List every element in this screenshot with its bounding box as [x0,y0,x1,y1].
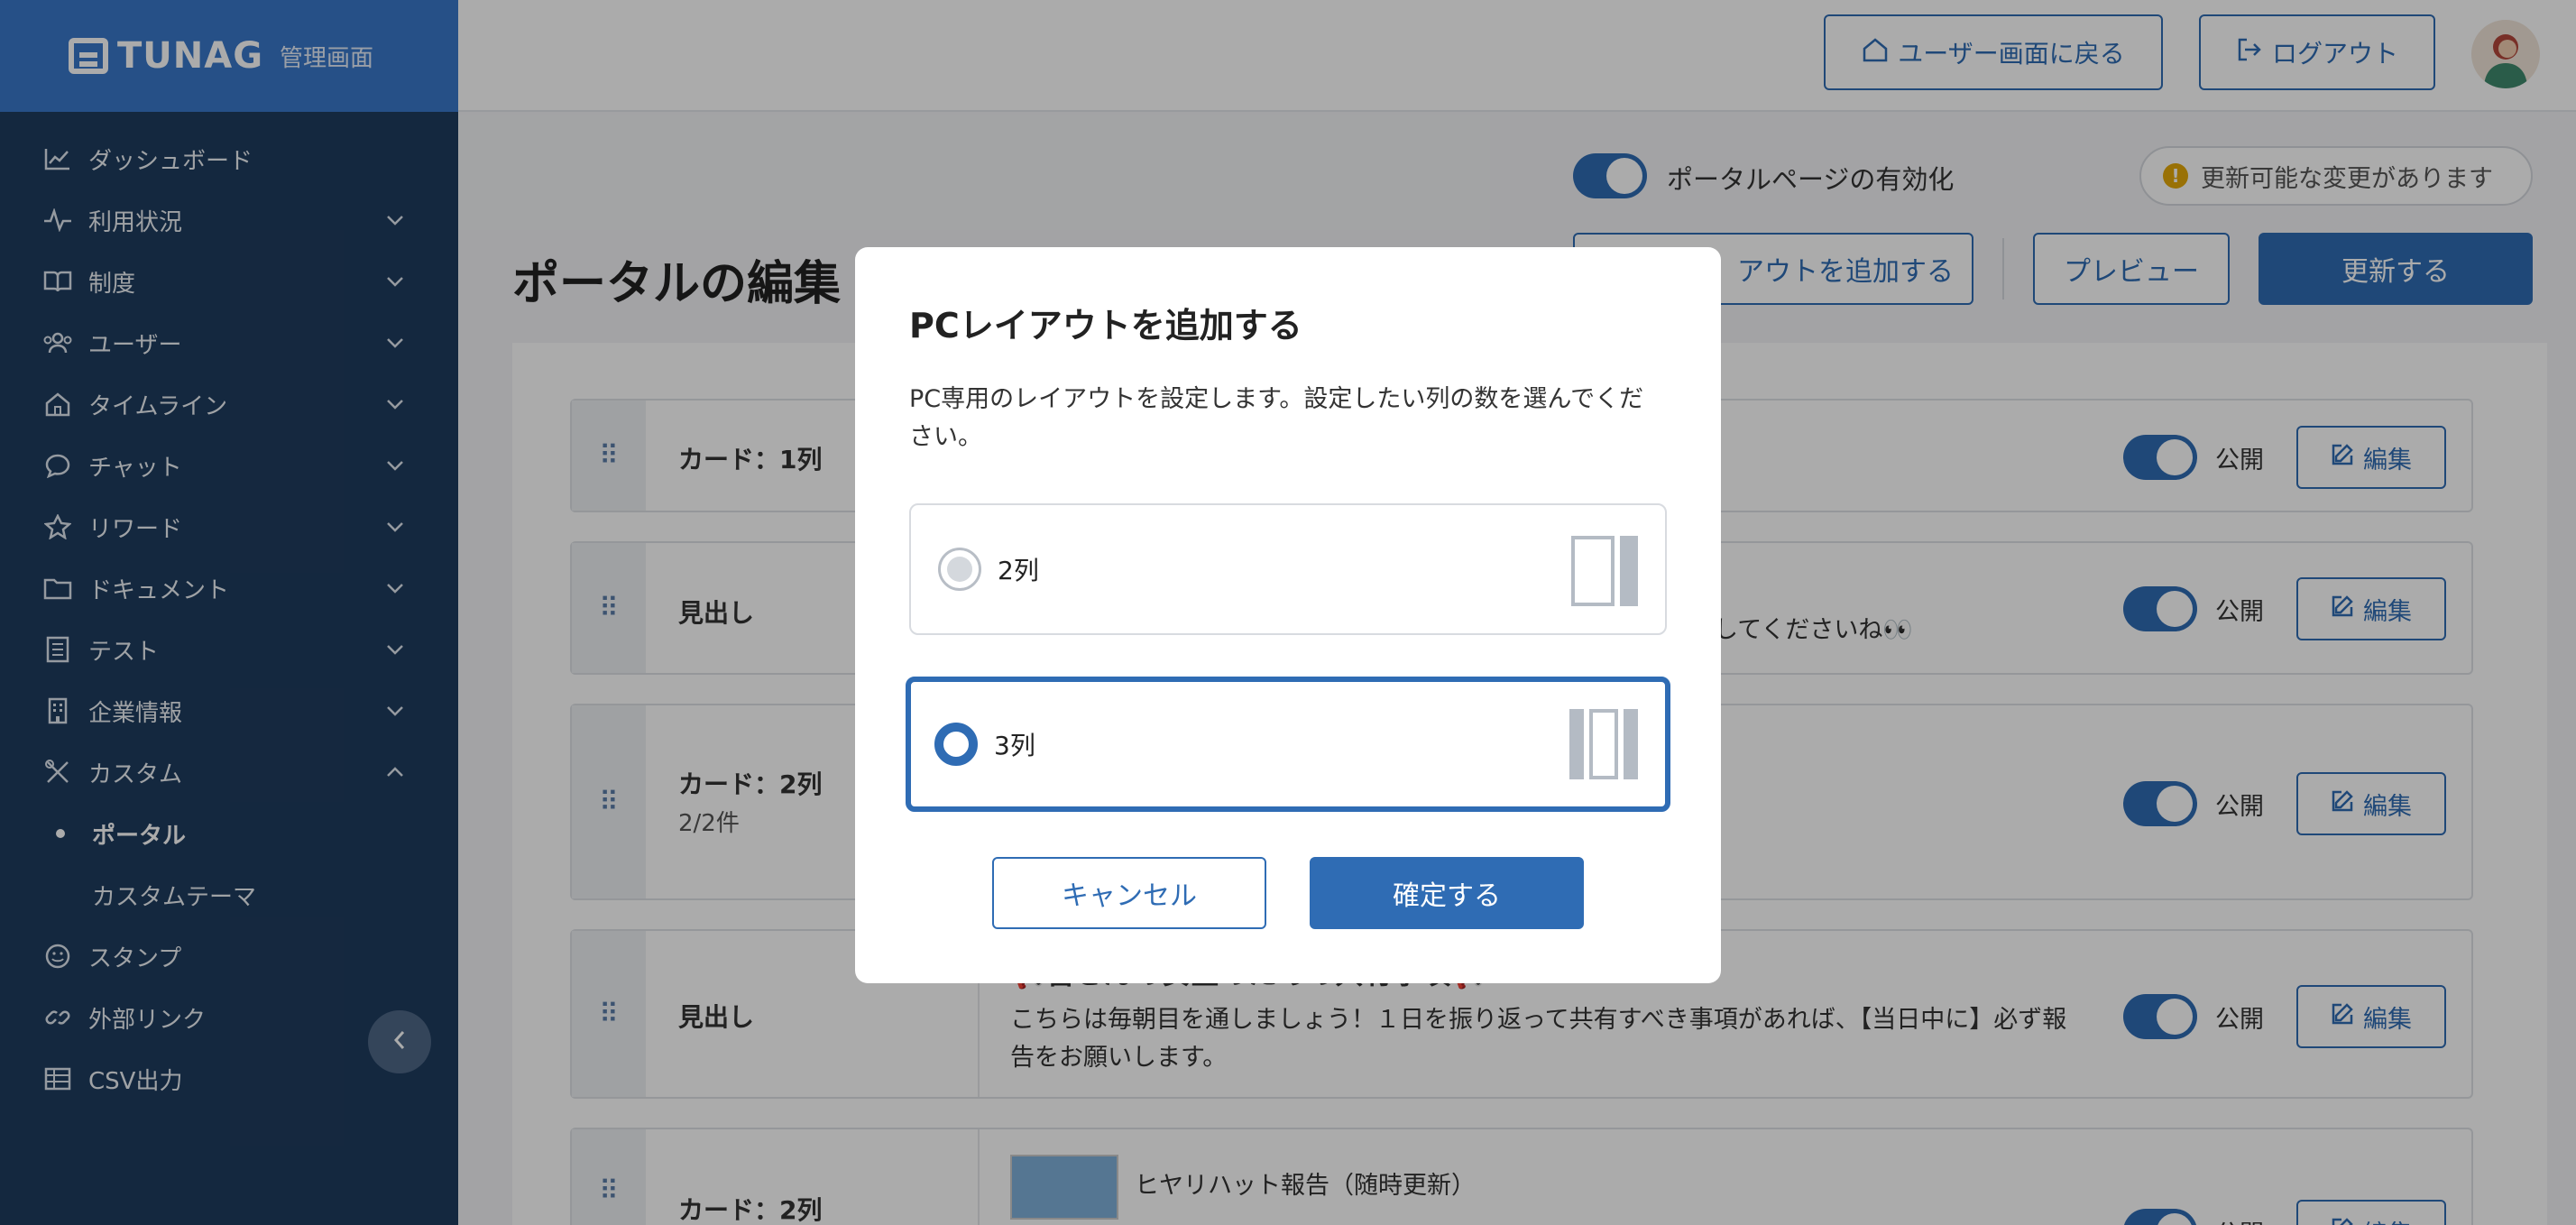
confirm-button[interactable]: 確定する [1310,857,1584,929]
dialog-title: PCレイアウトを追加する [909,306,1302,345]
two-column-layout-icon [1571,536,1638,606]
option-label: 2列 [998,556,1039,585]
add-pc-layout-dialog: PCレイアウトを追加する PC専用のレイアウトを設定します。設定したい列の数を選… [855,247,1721,983]
radio-3-columns[interactable] [934,723,978,766]
cancel-button[interactable]: キャンセル [992,857,1266,929]
layout-option-2-columns[interactable]: 2列 [909,503,1667,635]
dialog-description: PC専用のレイアウトを設定します。設定したい列の数を選んでください。 [909,385,1644,451]
layout-option-3-columns[interactable]: 3列 [906,677,1670,812]
radio-2-columns[interactable] [938,548,981,591]
three-column-layout-icon [1569,709,1638,779]
option-label: 3列 [994,731,1035,760]
